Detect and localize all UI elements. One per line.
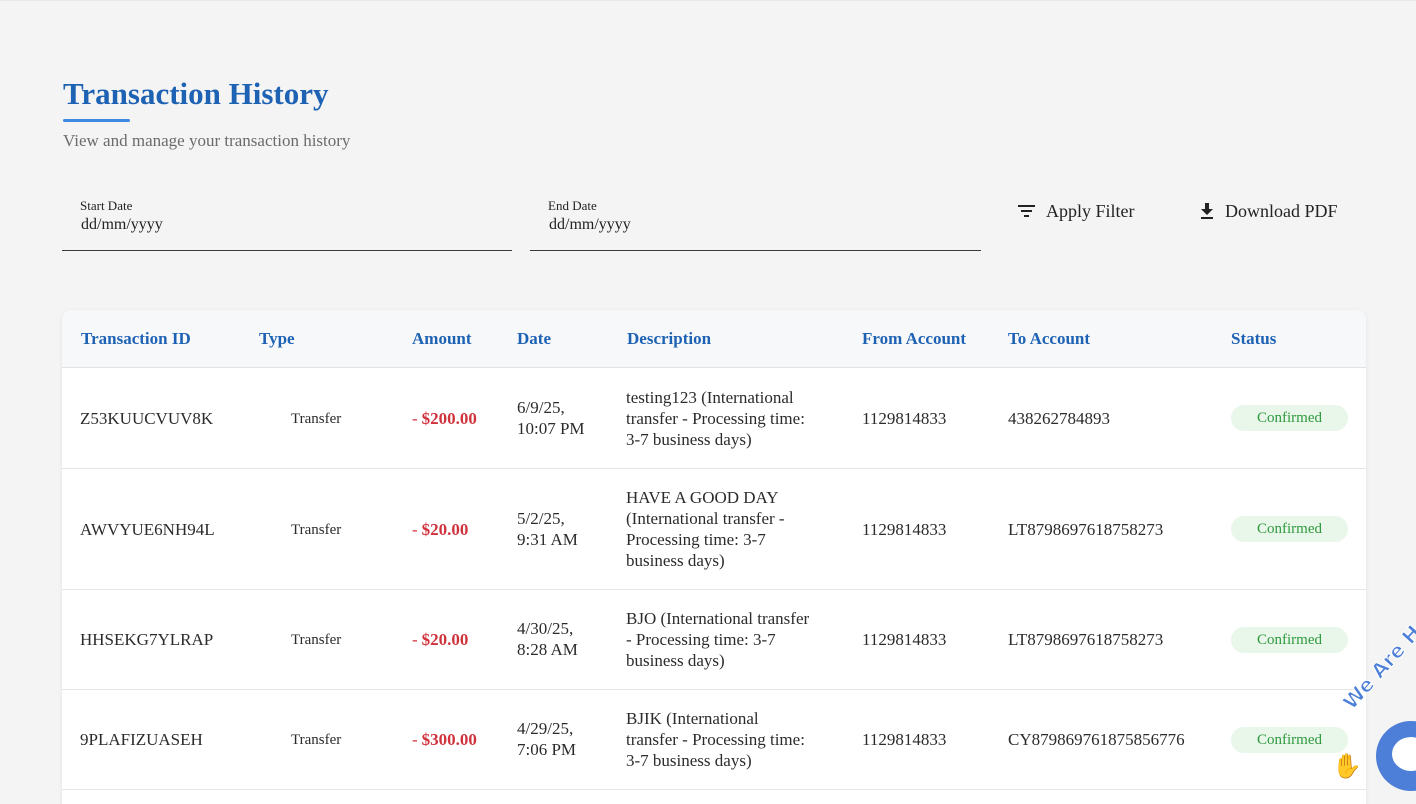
transaction-description: BJO (International transfer - Processing … xyxy=(626,609,810,670)
status-badge: Confirmed xyxy=(1231,516,1348,542)
column-header-amount[interactable]: Amount xyxy=(412,329,472,349)
table-row[interactable]: AWVYUE6NH94L Transfer - $20.00 5/2/25, 9:3… xyxy=(62,469,1366,590)
transaction-date: 4/29/25, 7:06 PM xyxy=(517,719,577,759)
start-date-input[interactable]: dd/mm/yyyy xyxy=(81,216,163,234)
transaction-type: Transfer xyxy=(291,732,342,748)
chat-icon[interactable] xyxy=(1376,721,1416,791)
from-account: 1129814833 xyxy=(862,520,947,539)
apply-filter-button[interactable]: Apply Filter xyxy=(1018,197,1135,225)
transaction-amount: - $300.00 xyxy=(412,730,477,749)
start-date-label: Start Date xyxy=(80,198,133,213)
transaction-history-page: Transaction History View and manage your… xyxy=(0,0,1416,804)
to-account: CY879869761875856776 xyxy=(1008,730,1185,749)
table-row[interactable]: 9PLAFIZUASEH Transfer - $300.00 4/29/25, 7… xyxy=(62,690,1366,790)
transactions-table: Transaction ID Type Amount Date Descript… xyxy=(62,310,1366,804)
transaction-amount: - $20.00 xyxy=(412,520,469,539)
top-divider xyxy=(0,0,1416,1)
transaction-id: Z53KUUCVUV8K xyxy=(80,409,214,428)
to-account: LT8798697618758273 xyxy=(1008,520,1164,539)
transaction-amount: - $200.00 xyxy=(412,409,477,428)
transaction-id: HHSEKG7YLRAP xyxy=(80,630,214,649)
start-date-field[interactable]: Start Date dd/mm/yyyy xyxy=(62,196,512,251)
transaction-amount: - $20.00 xyxy=(412,630,469,649)
download-icon xyxy=(1199,202,1215,220)
column-header-from-account[interactable]: From Account xyxy=(862,329,966,349)
column-header-status[interactable]: Status xyxy=(1231,329,1276,349)
to-account: LT8798697618758273 xyxy=(1008,630,1164,649)
chat-bubble-inner xyxy=(1392,737,1416,771)
column-header-to-account[interactable]: To Account xyxy=(1008,329,1090,349)
table-header: Transaction ID Type Amount Date Descript… xyxy=(62,310,1366,368)
page-subtitle: View and manage your transaction history xyxy=(63,131,351,150)
transaction-id: 9PLAFIZUASEH xyxy=(80,730,203,749)
filter-icon xyxy=(1018,204,1036,218)
transaction-date: 5/2/25, 9:31 AM xyxy=(517,509,578,549)
table-row[interactable]: Z53KUUCVUV8K Transfer - $200.00 6/9/25, 10… xyxy=(62,368,1366,469)
download-pdf-button[interactable]: Download PDF xyxy=(1199,197,1338,225)
from-account: 1129814833 xyxy=(862,409,947,428)
transaction-description: testing123 (International transfer - Proc… xyxy=(626,388,805,449)
end-date-label: End Date xyxy=(548,198,597,213)
title-underline xyxy=(63,119,130,122)
apply-filter-label: Apply Filter xyxy=(1046,200,1135,221)
page-title: Transaction History xyxy=(63,76,329,111)
end-date-field[interactable]: End Date dd/mm/yyyy xyxy=(530,196,981,251)
column-header-type[interactable]: Type xyxy=(259,329,295,349)
column-header-transaction-id[interactable]: Transaction ID xyxy=(81,329,191,349)
transaction-description: BJIK (International transfer - Processing… xyxy=(626,709,805,770)
waving-hand-icon: ✋ xyxy=(1332,754,1362,780)
status-badge: Confirmed xyxy=(1231,627,1348,653)
column-header-date[interactable]: Date xyxy=(517,329,551,349)
transaction-description: HAVE A GOOD DAY (International transfer -… xyxy=(626,488,785,570)
transaction-type: Transfer xyxy=(291,411,342,427)
status-badge: Confirmed xyxy=(1231,405,1348,431)
transaction-id: AWVYUE6NH94L xyxy=(80,520,215,539)
transaction-type: Transfer xyxy=(291,522,342,538)
table-row[interactable]: HHSEKG7YLRAP Transfer - $20.00 4/30/25, 8:… xyxy=(62,590,1366,690)
transaction-type: Transfer xyxy=(291,632,342,648)
column-header-description[interactable]: Description xyxy=(627,329,711,349)
to-account: 438262784893 xyxy=(1008,409,1110,428)
from-account: 1129814833 xyxy=(862,630,947,649)
end-date-input[interactable]: dd/mm/yyyy xyxy=(549,216,631,234)
from-account: 1129814833 xyxy=(862,730,947,749)
download-pdf-label: Download PDF xyxy=(1225,200,1338,221)
transaction-date: 6/9/25, 10:07 PM xyxy=(517,398,585,438)
transaction-date: 4/30/25, 8:28 AM xyxy=(517,619,578,659)
chat-widget[interactable]: We Are H ✋ xyxy=(1330,620,1416,804)
